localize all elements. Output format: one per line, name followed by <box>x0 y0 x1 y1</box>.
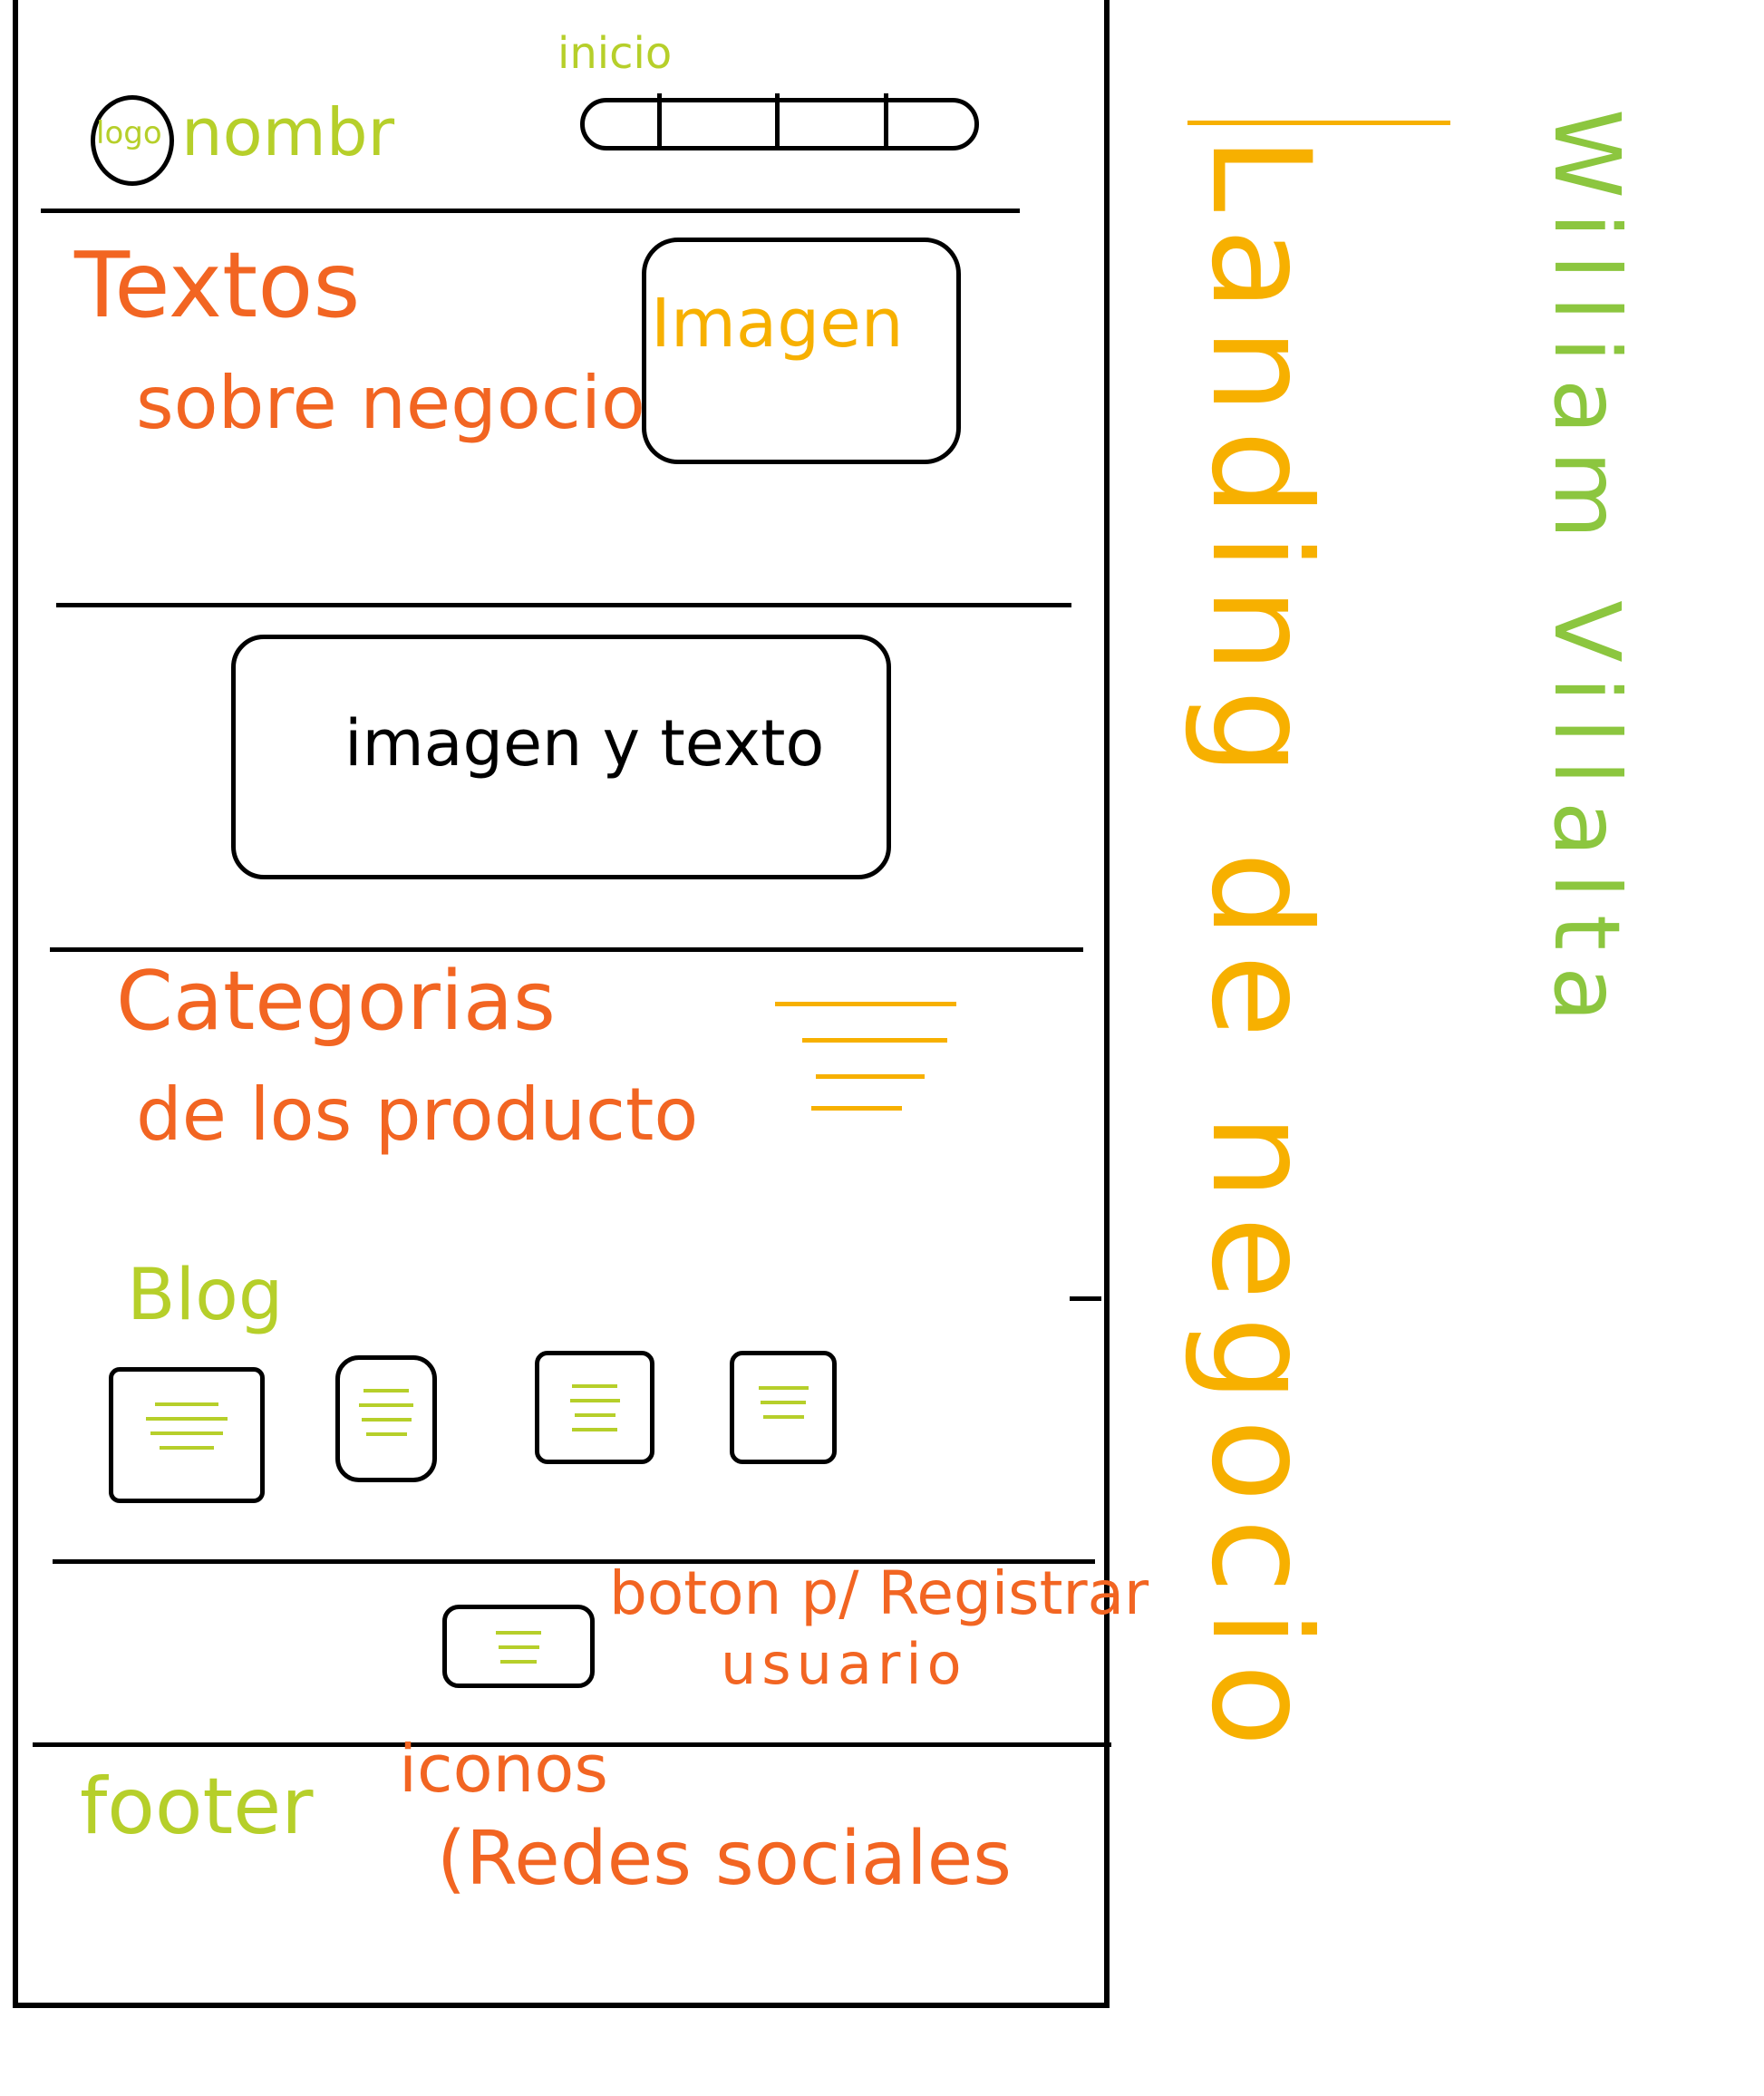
blog-card[interactable] <box>335 1355 437 1482</box>
blog-card[interactable] <box>535 1351 654 1464</box>
footer-icons-label-line2: (Redes sociales <box>437 1816 1012 1902</box>
hero-text-label-line1: Textos <box>74 232 361 338</box>
blog-divider-stub <box>1070 1296 1101 1301</box>
nav-divider <box>775 93 780 148</box>
feature-box-label: imagen y texto <box>344 706 825 781</box>
categories-list-icon <box>775 993 956 1129</box>
register-user-button[interactable] <box>442 1605 595 1688</box>
blog-card[interactable] <box>730 1351 837 1464</box>
categories-label-line1: Categorias <box>116 954 556 1049</box>
author-name-vertical: William Villalta <box>1534 109 1640 1039</box>
hero-text-label-line2: sobre negocio <box>136 361 645 445</box>
nav-divider <box>884 93 888 148</box>
footer-label: footer <box>80 1761 314 1852</box>
title-underline-stroke <box>1187 121 1450 125</box>
section-divider-header <box>41 209 1020 213</box>
section-divider-feature <box>50 947 1083 952</box>
landing-title-vertical: Landing de negocio <box>1181 136 1339 1763</box>
categories-label-line2: de los producto <box>136 1072 699 1157</box>
nav-menu-bar[interactable] <box>580 93 979 150</box>
section-divider-hero <box>56 603 1071 607</box>
register-label-line1: boton p/ Registrar <box>609 1558 1149 1628</box>
blog-card[interactable] <box>109 1367 265 1503</box>
logo-label: logo <box>96 115 162 151</box>
footer-icons-label-line1: iconos <box>399 1731 608 1807</box>
nav-inicio-label: inicio <box>557 28 673 79</box>
brand-name: nombr <box>181 94 395 170</box>
blog-label: Blog <box>127 1255 284 1336</box>
register-label-line2: usuario <box>721 1631 967 1697</box>
nav-divider <box>657 93 662 148</box>
hero-image-label: Imagen <box>651 285 904 363</box>
